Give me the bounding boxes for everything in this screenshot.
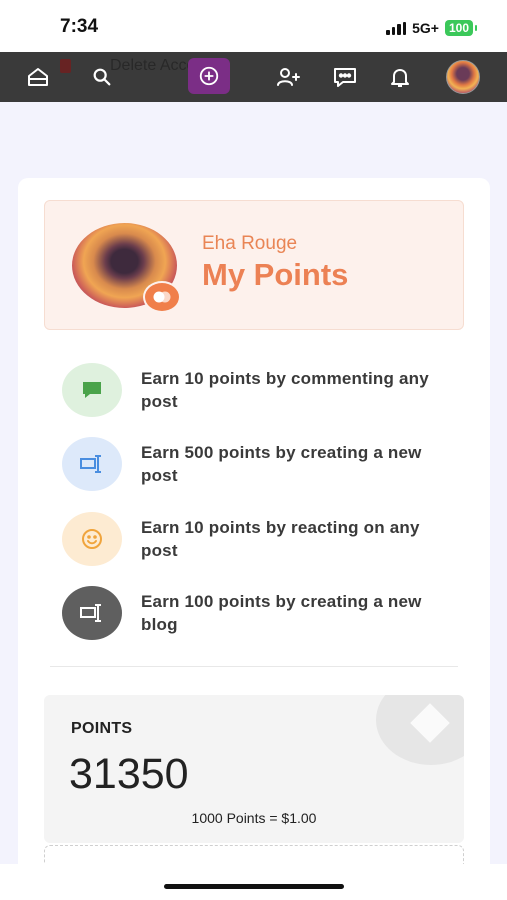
- page-title: My Points: [202, 257, 349, 292]
- comment-icon: [62, 363, 122, 417]
- add-user-icon[interactable]: [268, 52, 308, 102]
- earn-item-text: Earn 500 points by creating a new post: [141, 443, 422, 485]
- home-indicator[interactable]: [164, 884, 344, 889]
- earn-item-react: Earn 10 points by reacting on any post: [62, 512, 462, 572]
- status-time: 7:34: [60, 16, 99, 37]
- profile-header: Eha Rouge My Points: [44, 200, 464, 330]
- points-rate: 1000 Points = $1.00: [191, 810, 317, 826]
- post-icon: [62, 437, 122, 491]
- search-icon[interactable]: [82, 52, 122, 102]
- status-bar: 7:34 5G+ 100: [0, 0, 507, 52]
- bell-icon[interactable]: [380, 52, 420, 102]
- battery-icon: 100: [444, 20, 478, 36]
- create-post-button[interactable]: [188, 58, 230, 94]
- blog-icon: [62, 586, 122, 640]
- earn-item-text: Earn 100 points by creating a new blog: [141, 592, 422, 634]
- avatar[interactable]: [446, 60, 480, 94]
- earn-item-post: Earn 500 points by creating a new post: [62, 437, 462, 497]
- top-nav: Delete Account: [0, 52, 507, 102]
- trash-icon: [60, 59, 71, 73]
- earn-item-text: Earn 10 points by commenting any post: [141, 369, 429, 411]
- points-badge-icon: [143, 281, 181, 313]
- bottom-safe-area: [0, 864, 507, 900]
- message-icon[interactable]: [325, 52, 365, 102]
- network-label: 5G+: [412, 20, 439, 36]
- earn-item-text: Earn 10 points by reacting on any post: [141, 518, 420, 560]
- home-icon[interactable]: [18, 52, 58, 102]
- add-circle-icon: [199, 66, 219, 86]
- profile-name: Eha Rouge: [202, 233, 298, 254]
- points-summary: POINTS 31350 1000 Points = $1.00: [44, 695, 464, 843]
- points-label: POINTS: [71, 720, 133, 737]
- divider: [50, 666, 458, 667]
- points-card: Eha Rouge My Points Earn 10 points by co…: [18, 178, 490, 885]
- earn-item-blog: Earn 100 points by creating a new blog: [62, 586, 462, 646]
- points-value: 31350: [69, 750, 189, 798]
- smiley-icon: [62, 512, 122, 566]
- signal-icon: [386, 21, 407, 35]
- earn-item-comment: Earn 10 points by commenting any post: [62, 363, 462, 423]
- status-indicators: 5G+ 100: [386, 20, 478, 36]
